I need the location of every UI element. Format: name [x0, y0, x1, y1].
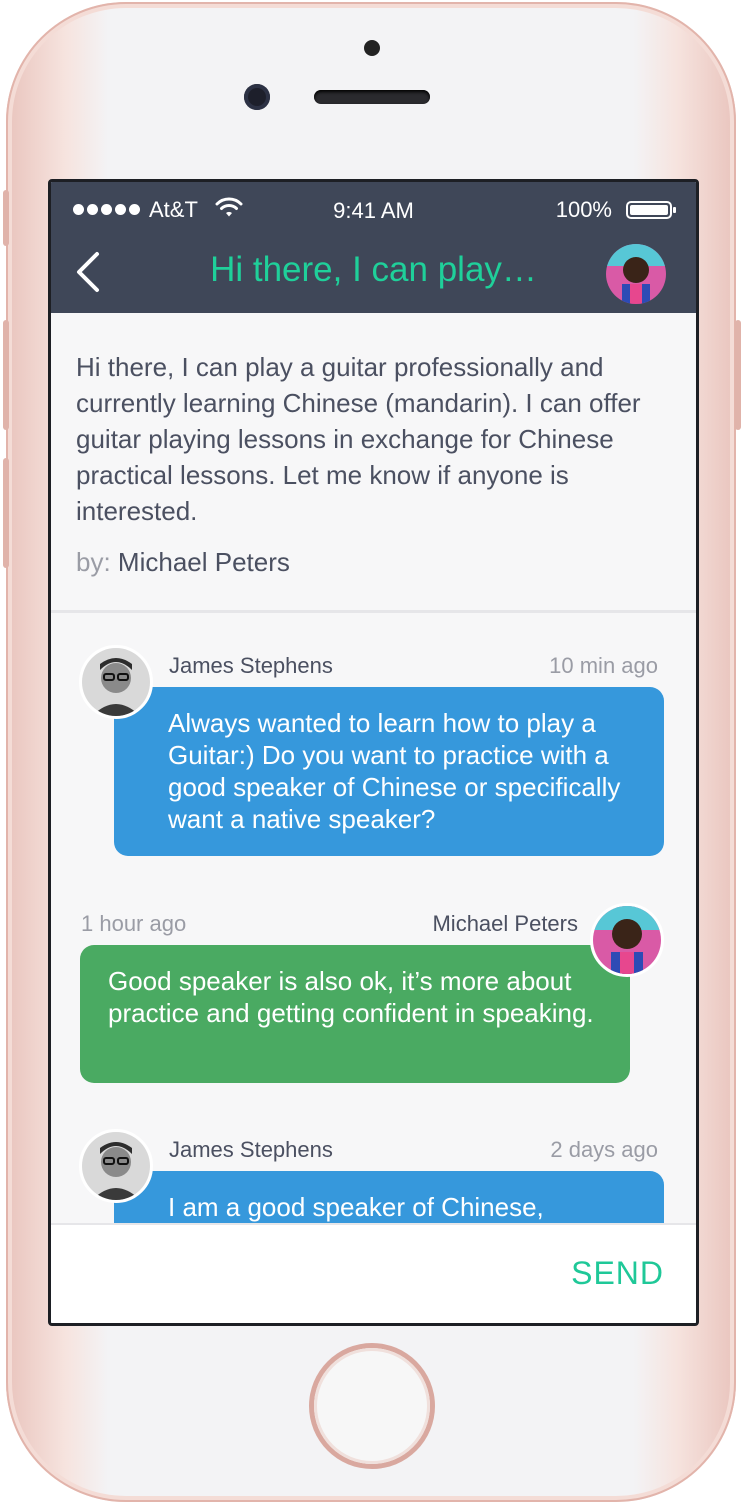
avatar[interactable]	[590, 903, 664, 977]
status-bar: At&T 9:41 AM 100%	[51, 182, 696, 238]
back-icon[interactable]	[73, 250, 105, 294]
comment-author[interactable]: James Stephens	[169, 1137, 333, 1163]
volume-down-button	[3, 458, 9, 568]
post-author[interactable]: Michael Peters	[118, 547, 290, 577]
battery-icon	[626, 201, 676, 219]
comment-timestamp: 2 days ago	[550, 1137, 658, 1162]
message-text: Always wanted to learn how to play a Gui…	[168, 708, 621, 834]
message-bubble: Always wanted to learn how to play a Gui…	[114, 687, 664, 856]
avatar[interactable]	[79, 645, 153, 719]
comment-timestamp: 10 min ago	[549, 653, 658, 678]
screen: At&T 9:41 AM 100% Hi there, I can play…	[48, 179, 699, 1326]
post-author-line: by: Michael Peters	[76, 547, 290, 578]
battery-percentage: 100%	[555, 197, 612, 222]
message-text: I am a good speaker of Chinese,	[168, 1192, 544, 1222]
header: At&T 9:41 AM 100% Hi there, I can play…	[51, 182, 696, 313]
front-camera	[244, 84, 270, 110]
nav-bar: Hi there, I can play…	[51, 238, 696, 313]
mute-switch	[3, 190, 9, 246]
header-avatar[interactable]	[606, 244, 666, 304]
comment-timestamp: 1 hour ago	[81, 911, 187, 936]
avatar[interactable]	[79, 1129, 153, 1203]
message-bubble: Good speaker is also ok, it’s more about…	[80, 945, 630, 1083]
message-bubble: I am a good speaker of Chinese,	[114, 1171, 664, 1223]
by-label: by:	[76, 547, 111, 577]
send-button[interactable]: SEND	[571, 1255, 664, 1292]
comment-list[interactable]: Always wanted to learn how to play a Gui…	[51, 613, 696, 1223]
comment-author[interactable]: Michael Peters	[432, 911, 578, 937]
volume-up-button	[3, 320, 9, 430]
original-post: Hi there, I can play a guitar profession…	[51, 313, 696, 613]
page-title: Hi there, I can play…	[210, 250, 537, 289]
home-button[interactable]	[314, 1348, 430, 1464]
power-button	[735, 320, 741, 430]
post-text: Hi there, I can play a guitar profession…	[76, 352, 641, 526]
proximity-sensor	[364, 40, 380, 56]
comment-author[interactable]: James Stephens	[169, 653, 333, 679]
message-text: Good speaker is also ok, it’s more about…	[108, 966, 594, 1028]
message-composer[interactable]: SEND	[51, 1223, 696, 1323]
earpiece-speaker	[314, 90, 430, 104]
